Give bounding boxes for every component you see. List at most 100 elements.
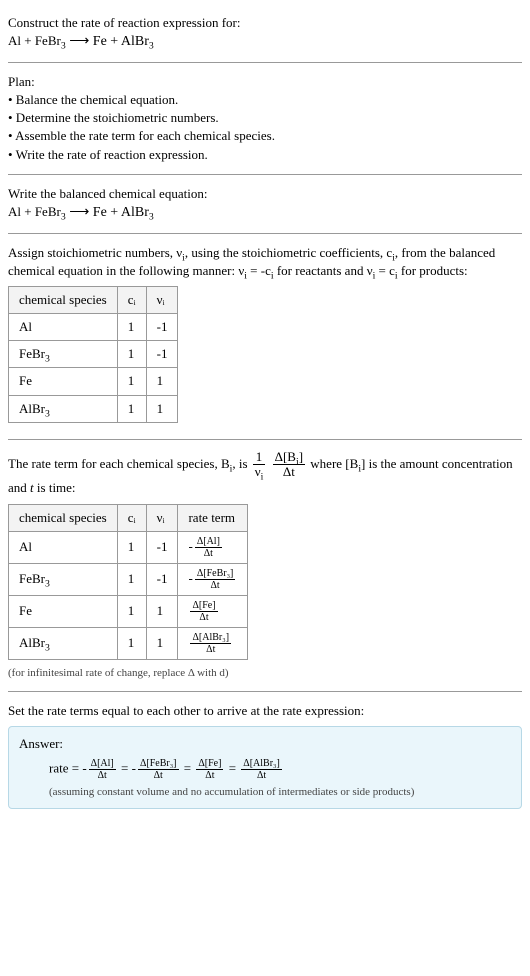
cell-nui: -1 <box>146 314 178 341</box>
plan-heading: Plan: <box>8 73 522 91</box>
fraction: Δ[Bi] Δt <box>273 450 305 480</box>
frac-num: Δ[Al] <box>195 536 222 548</box>
table-row: AlBr3 1 1 <box>9 395 178 422</box>
frac-den: Δt <box>89 770 116 781</box>
t: , using the stoichiometric coefficients,… <box>185 245 392 260</box>
plan-section: Plan: • Balance the chemical equation. •… <box>8 67 522 170</box>
prompt-section: Construct the rate of reaction expressio… <box>8 8 522 58</box>
cell-species: FeBr3 <box>9 563 118 595</box>
balanced-equation: Al + FeBr3 ⟶ Fe + AlBr3 <box>8 203 522 223</box>
frac-den: νi <box>253 465 266 479</box>
cell-ci: 1 <box>117 314 146 341</box>
th-species: chemical species <box>9 504 118 531</box>
sp-sub: 3 <box>45 408 50 419</box>
t: Assign stoichiometric numbers, ν <box>8 245 182 260</box>
balanced-heading: Write the balanced chemical equation: <box>8 185 522 203</box>
sp-sub: 3 <box>45 354 50 365</box>
cell-rate: Δ[Fe]Δt <box>178 595 248 627</box>
cell-ci: 1 <box>117 627 146 659</box>
cell-nui: 1 <box>146 395 178 422</box>
th-ci: cᵢ <box>117 504 146 531</box>
th-rate: rate term <box>178 504 248 531</box>
t: , is <box>232 456 250 471</box>
cell-rate: -Δ[Al]Δt <box>178 531 248 563</box>
fraction: Δ[FeBr₃]Δt <box>195 568 236 591</box>
rateterm-section: The rate term for each chemical species,… <box>8 444 522 687</box>
cell-nui: -1 <box>146 531 178 563</box>
den-sub: i <box>261 472 264 483</box>
answer-prefix: rate = <box>49 760 82 775</box>
cell-nui: -1 <box>146 341 178 368</box>
rate-sign: - <box>188 570 192 585</box>
assign-text: Assign stoichiometric numbers, νi, using… <box>8 244 522 280</box>
frac-num: Δ[AlBr₃] <box>190 632 231 644</box>
eq-sign: = <box>229 760 240 775</box>
frac-den: Δt <box>195 580 236 591</box>
assign-section: Assign stoichiometric numbers, νi, using… <box>8 238 522 435</box>
sp-pre: AlBr <box>19 401 45 416</box>
stoich-table: chemical species cᵢ νᵢ Al 1 -1 FeBr3 1 -… <box>8 286 178 423</box>
eq-sign: = <box>184 760 195 775</box>
plan-item: • Determine the stoichiometric numbers. <box>8 109 522 127</box>
cell-species: FeBr3 <box>9 341 118 368</box>
num-post: ] <box>299 449 303 464</box>
eq-sub: 3 <box>149 212 154 223</box>
divider <box>8 174 522 175</box>
cell-ci: 1 <box>117 368 146 395</box>
eq-sign: = <box>121 760 132 775</box>
answer-label: Answer: <box>19 735 511 753</box>
t: is time: <box>34 480 76 495</box>
cell-species: Al <box>9 314 118 341</box>
cell-ci: 1 <box>117 341 146 368</box>
frac-num: Δ[FeBr₃] <box>138 758 179 770</box>
cell-species: Fe <box>9 595 118 627</box>
cell-nui: 1 <box>146 627 178 659</box>
fraction: 1 νi <box>253 450 266 480</box>
fraction: Δ[AlBr₃]Δt <box>241 758 282 781</box>
th-nui: νᵢ <box>146 286 178 313</box>
cell-species: Al <box>9 531 118 563</box>
cell-rate: Δ[AlBr₃]Δt <box>178 627 248 659</box>
cell-ci: 1 <box>117 531 146 563</box>
divider <box>8 233 522 234</box>
eq-arrow: ⟶ Fe + AlBr <box>66 205 149 220</box>
frac-num: Δ[Al] <box>89 758 116 770</box>
t: where [B <box>310 456 358 471</box>
table-row: FeBr3 1 -1 <box>9 341 178 368</box>
eq-arrow: ⟶ Fe + AlBr <box>66 34 149 49</box>
plan-item: • Write the rate of reaction expression. <box>8 146 522 164</box>
prompt-equation: Al + FeBr3 ⟶ Fe + AlBr3 <box>8 32 522 52</box>
th-ci: cᵢ <box>117 286 146 313</box>
t: The rate term for each chemical species,… <box>8 456 230 471</box>
fraction: Δ[Fe]Δt <box>196 758 223 781</box>
fraction: Δ[Al]Δt <box>195 536 222 559</box>
eq-part: Al + FeBr <box>8 204 61 219</box>
table-row: Al 1 -1 <box>9 314 178 341</box>
t: for reactants and ν <box>274 263 373 278</box>
cell-nui: -1 <box>146 563 178 595</box>
frac-den: Δt <box>273 465 305 479</box>
cell-ci: 1 <box>117 595 146 627</box>
infinitesimal-note: (for infinitesimal rate of change, repla… <box>8 666 522 681</box>
sp-pre: FeBr <box>19 346 45 361</box>
plan-item: • Balance the chemical equation. <box>8 91 522 109</box>
frac-num: Δ[Bi] <box>273 450 305 465</box>
table-row: Al 1 -1 -Δ[Al]Δt <box>9 531 248 563</box>
table-header-row: chemical species cᵢ νᵢ <box>9 286 178 313</box>
t: = c <box>375 263 395 278</box>
table-header-row: chemical species cᵢ νᵢ rate term <box>9 504 248 531</box>
rate-sign: - <box>188 538 192 553</box>
cell-nui: 1 <box>146 368 178 395</box>
fraction: Δ[FeBr₃]Δt <box>138 758 179 781</box>
rateterm-text: The rate term for each chemical species,… <box>8 450 522 498</box>
frac-num: 1 <box>253 450 266 465</box>
t: for products: <box>398 263 468 278</box>
sp-pre: AlBr <box>19 635 45 650</box>
table-row: FeBr3 1 -1 -Δ[FeBr₃]Δt <box>9 563 248 595</box>
answer-expression: rate = -Δ[Al]Δt = -Δ[FeBr₃]Δt = Δ[Fe]Δt … <box>49 758 511 781</box>
th-species: chemical species <box>9 286 118 313</box>
divider <box>8 62 522 63</box>
answer-note: (assuming constant volume and no accumul… <box>49 785 511 800</box>
divider <box>8 439 522 440</box>
divider <box>8 691 522 692</box>
